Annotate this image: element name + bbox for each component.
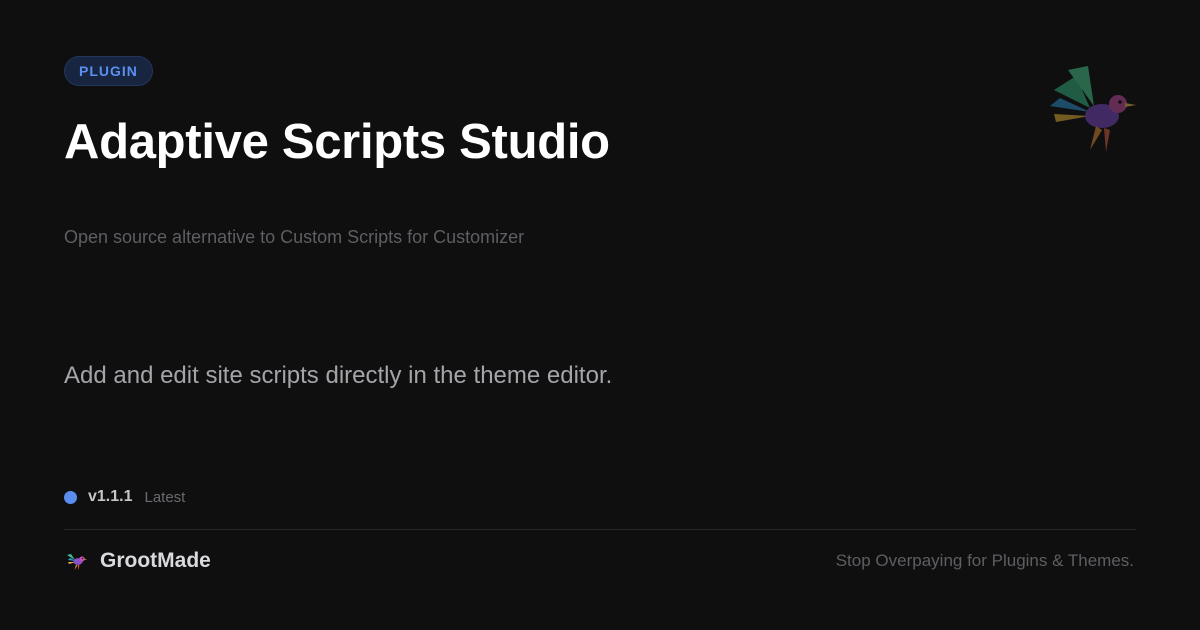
subtitle: Open source alternative to Custom Script…: [64, 227, 525, 247]
version-tag: Latest: [144, 488, 186, 506]
tagline: Stop Overpaying for Plugins & Themes.: [835, 551, 1134, 570]
social-card: PLUGIN Adaptive Scripts Studio Open sour…: [0, 0, 1200, 630]
description: Add and edit site scripts directly in th…: [64, 362, 613, 389]
version-number: v1.1.1: [88, 488, 133, 505]
page-title: Adaptive Scripts Studio: [64, 115, 610, 169]
brand-name: GrootMade: [100, 549, 211, 572]
version-info: v1.1.1 Latest: [64, 486, 185, 508]
category-badge: PLUGIN: [64, 56, 153, 86]
hummingbird-icon: [1050, 66, 1136, 152]
status-dot-icon: [64, 490, 77, 504]
footer-divider: [64, 529, 1136, 530]
bird-logo-icon: [67, 554, 87, 571]
brand: GrootMade: [64, 546, 211, 576]
